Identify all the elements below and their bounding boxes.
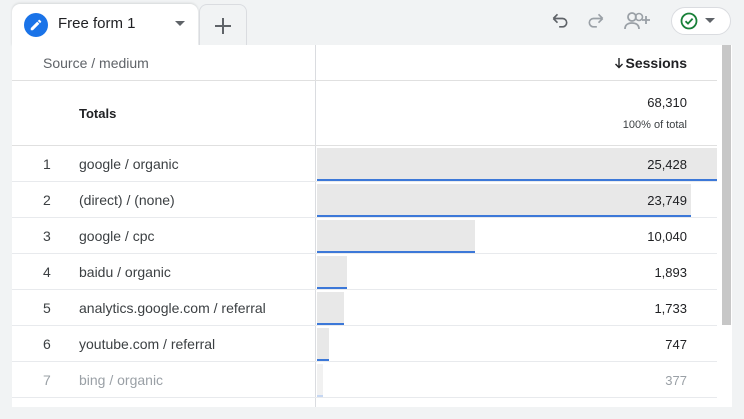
redo-button[interactable] xyxy=(584,9,608,33)
row-dimension[interactable]: (direct) / (none) xyxy=(79,192,175,208)
row-index: 4 xyxy=(43,264,51,280)
row-value: 1,733 xyxy=(654,301,687,316)
row-value: 23,749 xyxy=(647,193,687,208)
redo-icon xyxy=(588,13,604,28)
totals-percent: 100% of total xyxy=(622,119,687,131)
row-bar-line xyxy=(317,287,347,289)
row-dimension[interactable]: analytics.google.com / referral xyxy=(79,300,266,316)
undo-icon xyxy=(552,13,568,28)
share-users-icon xyxy=(624,12,650,30)
row-value: 377 xyxy=(665,373,687,388)
row-bar xyxy=(317,256,347,288)
row-bar xyxy=(317,220,475,252)
row-bar xyxy=(317,292,344,324)
tab-free-form-1[interactable]: Free form 1 xyxy=(12,4,198,46)
row-dimension[interactable]: google / organic xyxy=(79,156,179,172)
row-bar xyxy=(317,364,323,396)
row-bar-line xyxy=(317,395,323,397)
dimension-header[interactable]: Source / medium xyxy=(43,55,149,71)
row-index: 5 xyxy=(43,300,51,316)
table-row[interactable]: 6 youtube.com / referral 747 xyxy=(12,326,717,362)
row-dimension[interactable]: google / cpc xyxy=(79,228,155,244)
row-value: 10,040 xyxy=(647,229,687,244)
row-value: 747 xyxy=(665,337,687,352)
arrow-down-icon xyxy=(614,58,623,69)
totals-label: Totals xyxy=(79,106,117,121)
report-frame: Free form 1 Source / medium Sessions Tot… xyxy=(0,0,744,419)
plus-icon xyxy=(215,17,231,34)
table-row[interactable]: 3 google / cpc 10,040 xyxy=(12,218,717,254)
row-bar-line xyxy=(317,359,329,361)
row-bar xyxy=(317,328,329,360)
row-dimension[interactable]: baidu / organic xyxy=(79,264,171,280)
tab-name[interactable]: Free form 1 xyxy=(58,15,136,32)
row-bar xyxy=(317,184,691,216)
table-row[interactable]: 5 analytics.google.com / referral 1,733 xyxy=(12,290,717,326)
totals-value: 68,310 xyxy=(647,95,687,110)
row-bar-line xyxy=(317,215,691,217)
tab-menu-caret-icon[interactable] xyxy=(172,16,188,32)
status-dropdown[interactable] xyxy=(671,7,731,35)
row-bar-line xyxy=(317,251,475,253)
table-header: Source / medium Sessions xyxy=(12,45,717,81)
row-index: 2 xyxy=(43,192,51,208)
metric-header[interactable]: Sessions xyxy=(614,55,687,71)
table-row[interactable]: 2 (direct) / (none) 23,749 xyxy=(12,182,717,218)
undo-button[interactable] xyxy=(548,9,572,33)
tab-bar: Free form 1 xyxy=(0,0,744,46)
row-index: 3 xyxy=(43,228,51,244)
row-index: 7 xyxy=(43,372,51,388)
row-bar-line xyxy=(317,179,717,181)
check-circle-icon xyxy=(680,12,698,30)
row-dimension[interactable]: youtube.com / referral xyxy=(79,336,215,352)
data-table: Source / medium Sessions Totals 68,310 1… xyxy=(12,45,732,407)
add-tab-button[interactable] xyxy=(199,4,247,46)
totals-row: Totals 68,310 100% of total xyxy=(12,81,717,146)
metric-header-label: Sessions xyxy=(625,55,687,71)
table-row[interactable]: 1 google / organic 25,428 xyxy=(12,146,717,182)
row-dimension[interactable]: bing / organic xyxy=(79,372,163,388)
row-value: 1,893 xyxy=(654,265,687,280)
scrollbar-thumb[interactable] xyxy=(722,45,731,325)
chevron-down-icon xyxy=(705,18,715,23)
pencil-icon[interactable] xyxy=(24,13,48,37)
row-value: 25,428 xyxy=(647,157,687,172)
row-index: 1 xyxy=(43,156,51,172)
row-bar-line xyxy=(317,323,344,325)
table-row[interactable]: 4 baidu / organic 1,893 xyxy=(12,254,717,290)
share-button[interactable] xyxy=(624,9,652,33)
table-row[interactable]: 7 bing / organic 377 xyxy=(12,362,717,398)
row-index: 6 xyxy=(43,336,51,352)
